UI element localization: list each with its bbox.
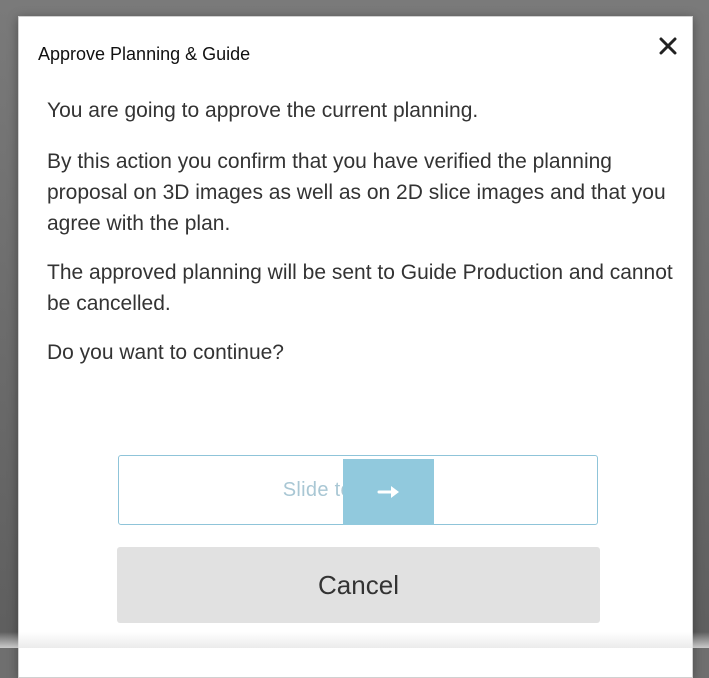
approve-dialog: Approve Planning & Guide You are going t… <box>18 16 693 678</box>
slide-to-approve-slider[interactable]: Slide to Approve <box>118 455 598 525</box>
arrow-right-icon <box>377 486 399 498</box>
close-button[interactable] <box>653 31 683 61</box>
dialog-title: Approve Planning & Guide <box>38 44 251 64</box>
dialog-body: You are going to approve the current pla… <box>47 95 677 386</box>
dialog-message-warning: The approved planning will be sent to Gu… <box>47 261 673 315</box>
dialog-message-intro: You are going to approve the current pla… <box>47 99 479 122</box>
dialog-message-confirmation: By this action you confirm that you have… <box>47 150 666 235</box>
dialog-message-question: Do you want to continue? <box>47 341 284 364</box>
close-icon <box>659 37 677 55</box>
slider-handle[interactable] <box>343 459 434 525</box>
cancel-button[interactable]: Cancel <box>117 547 600 623</box>
